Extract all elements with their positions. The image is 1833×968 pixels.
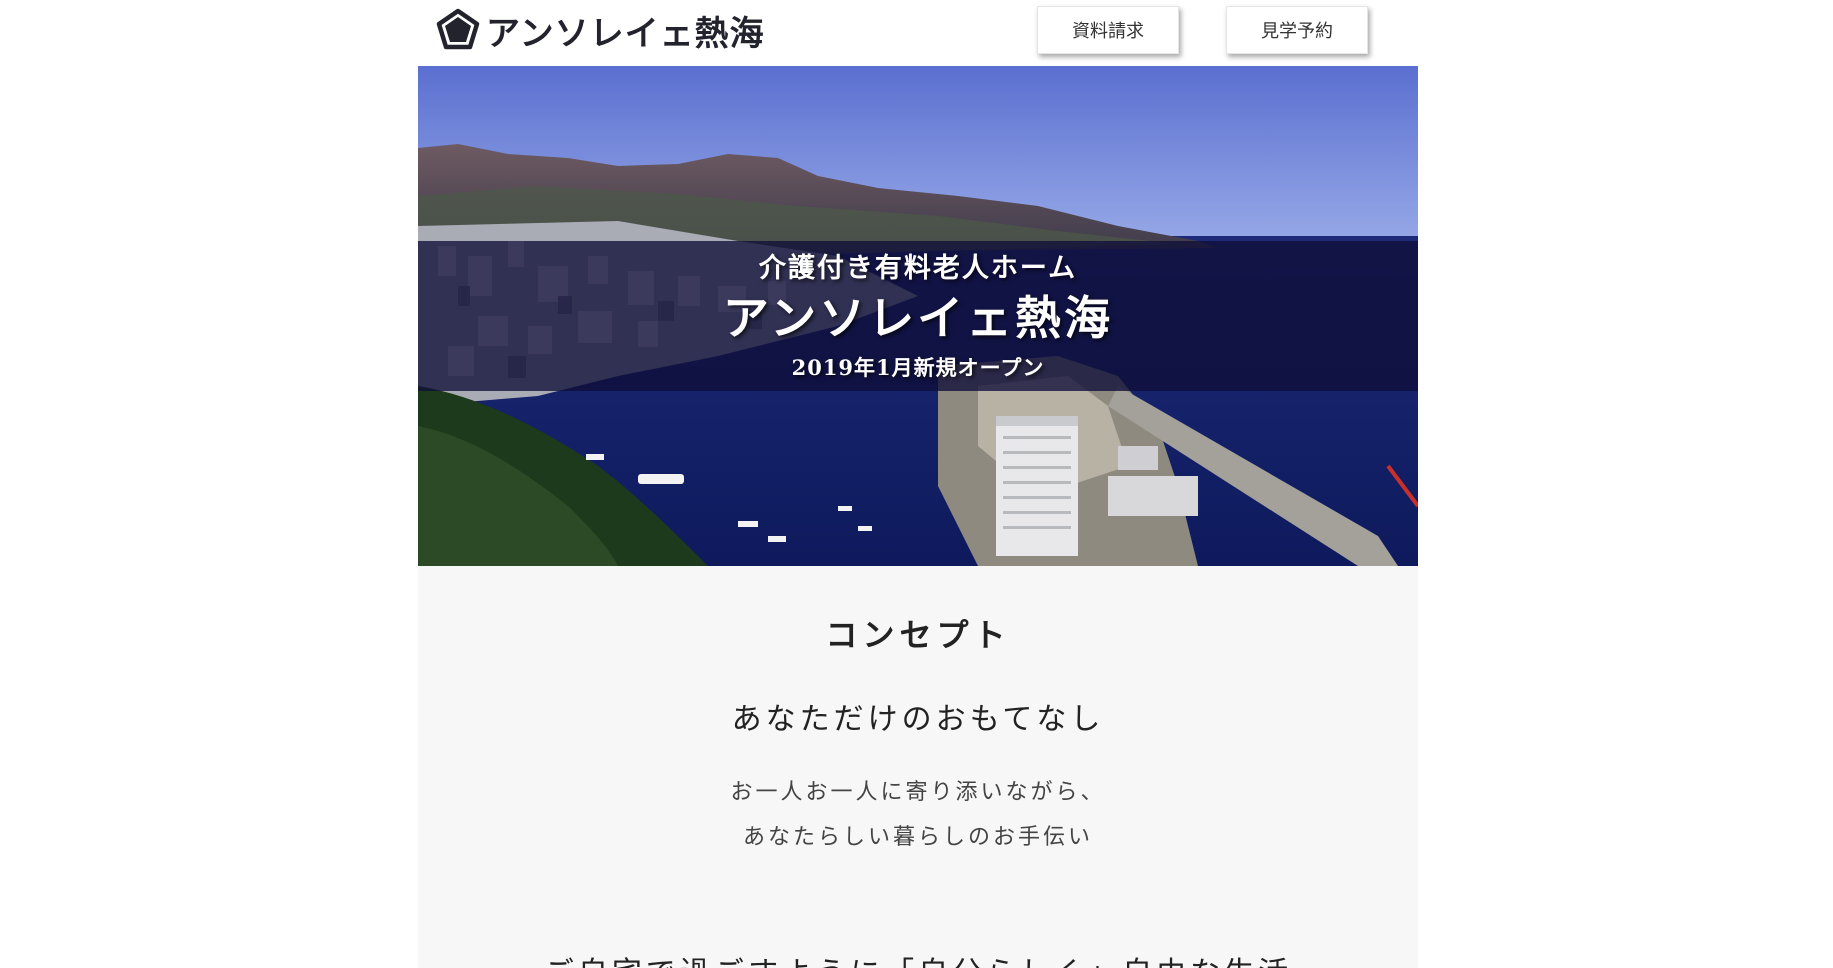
page: アンソレイェ熱海 資料請求 見学予約 介護付き有料老人ホーム アンソレイェ熱海 … bbox=[418, 0, 1418, 968]
hero-opening-date: 2019年1月新規オープン bbox=[791, 355, 1045, 380]
lifestyle-heading: ご自宅で過ごすように「自分らしく」自由な生活 bbox=[418, 948, 1418, 968]
concept-section: コンセプト あなただけのおもてなし お一人お一人に寄り添いながら、 あなたらしい… bbox=[418, 566, 1418, 968]
hero-banner: 介護付き有料老人ホーム アンソレイェ熱海 2019年1月新規オープン bbox=[418, 66, 1418, 566]
visit-reservation-button[interactable]: 見学予約 bbox=[1226, 6, 1368, 54]
concept-body-line: お一人お一人に寄り添いながら、 bbox=[730, 780, 1106, 805]
pentagon-logo-icon bbox=[436, 8, 480, 50]
hero-title: アンソレイェ熱海 bbox=[722, 291, 1114, 345]
hero-subtitle: 介護付き有料老人ホーム bbox=[758, 253, 1078, 284]
logo-text: アンソレイェ熱海 bbox=[486, 13, 765, 54]
site-header: アンソレイェ熱海 資料請求 見学予約 bbox=[418, 0, 1418, 66]
concept-body-line: あなたらしい暮らしのお手伝い bbox=[742, 825, 1093, 850]
concept-heading: コンセプト bbox=[825, 616, 1011, 654]
concept-catchphrase: あなただけのおもてなし bbox=[731, 702, 1105, 737]
concept-body: お一人お一人に寄り添いながら、 あなたらしい暮らしのお手伝い bbox=[418, 770, 1418, 860]
request-brochure-button[interactable]: 資料請求 bbox=[1037, 6, 1179, 54]
site-logo[interactable]: アンソレイェ熱海 bbox=[436, 6, 765, 54]
